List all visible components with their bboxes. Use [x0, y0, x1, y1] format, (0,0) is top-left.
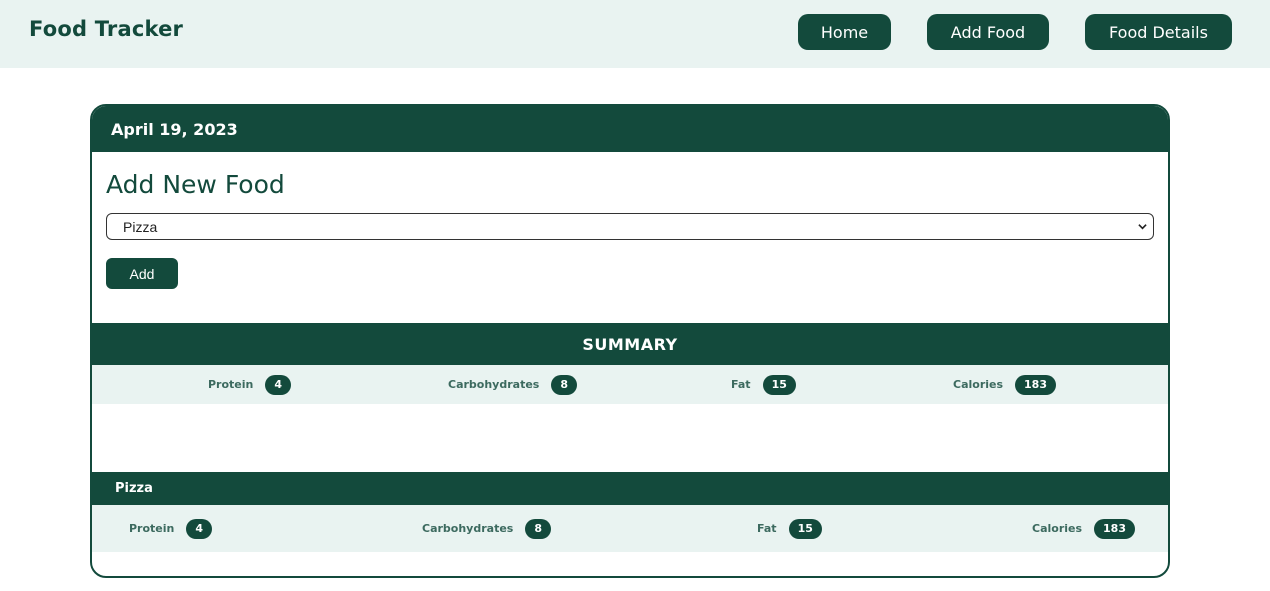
stat-badge: 15 [788, 518, 822, 539]
stat-badge: 4 [265, 374, 292, 395]
summary-calories: Calories 183 [953, 365, 1056, 404]
brand-logo[interactable]: Food Tracker [29, 17, 183, 41]
nav-food-details-button[interactable]: Food Details [1085, 14, 1232, 50]
stat-badge: 8 [525, 518, 551, 539]
nav-add-food-button[interactable]: Add Food [927, 14, 1049, 50]
stat-label: Protein [208, 378, 254, 391]
food-item-stats-row: Protein 4 Carbohydrates 8 Fat 15 Calorie… [92, 505, 1168, 552]
stat-label: Protein [129, 522, 175, 535]
stat-label: Fat [731, 378, 751, 391]
chevron-down-icon [1138, 224, 1147, 230]
stat-label: Carbohydrates [448, 378, 540, 391]
card-date-header: April 19, 2023 [92, 106, 1168, 152]
stat-label: Calories [953, 378, 1004, 391]
stat-label: Carbohydrates [422, 522, 514, 535]
food-item-header: Pizza [92, 472, 1168, 505]
stat-label: Calories [1032, 522, 1083, 535]
add-food-title: Add New Food [106, 170, 285, 199]
food-select[interactable]: Pizza [106, 213, 1154, 240]
stat-badge: 183 [1015, 374, 1056, 395]
food-log-card: April 19, 2023 Add New Food Pizza Add SU… [90, 104, 1170, 578]
stat-badge: 4 [186, 518, 213, 539]
stat-badge: 183 [1094, 518, 1135, 539]
summary-protein: Protein 4 [208, 365, 292, 404]
item-carbohydrates: Carbohydrates 8 [422, 505, 551, 552]
item-fat: Fat 15 [757, 505, 822, 552]
item-protein: Protein 4 [129, 505, 213, 552]
summary-header: SUMMARY [92, 323, 1168, 365]
food-select-value: Pizza [123, 218, 158, 235]
add-food-button[interactable]: Add [106, 258, 178, 289]
stat-label: Fat [757, 522, 777, 535]
nav-home-button[interactable]: Home [798, 14, 891, 50]
navbar: Food Tracker Home Add Food Food Details [0, 0, 1270, 68]
item-calories: Calories 183 [1032, 505, 1135, 552]
summary-carbohydrates: Carbohydrates 8 [448, 365, 577, 404]
summary-fat: Fat 15 [731, 365, 796, 404]
summary-stats-row: Protein 4 Carbohydrates 8 Fat 15 Calorie… [92, 365, 1168, 404]
stat-badge: 15 [762, 374, 796, 395]
stat-badge: 8 [551, 374, 577, 395]
